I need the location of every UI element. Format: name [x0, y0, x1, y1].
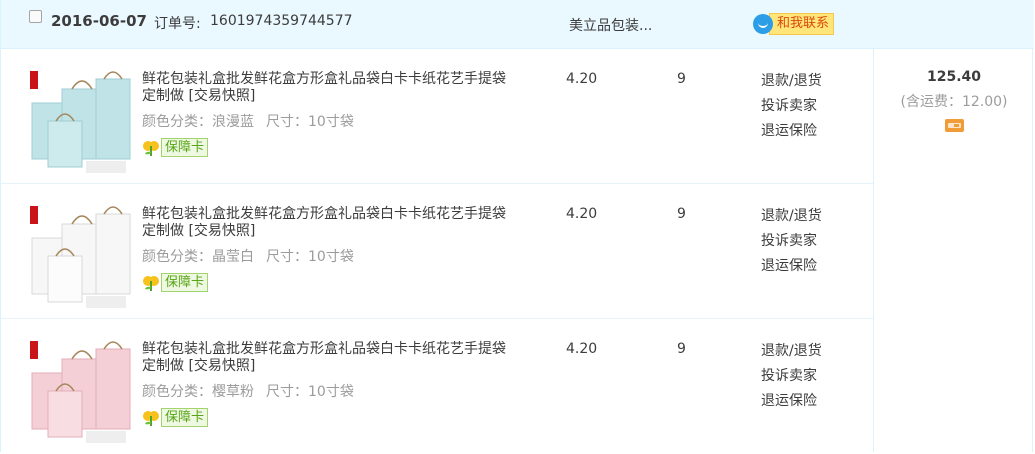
guarantee-card-label: 保障卡	[161, 407, 209, 427]
return-insurance-link[interactable]: 退运保险	[761, 119, 822, 144]
guarantee-card-label: 保障卡	[161, 272, 209, 292]
order-item-row: 鲜花包装礼盒批发鲜花盒方形盒礼品袋白卡卡纸花艺手提袋定制做 [交易快照] 颜色分…	[1, 319, 873, 454]
complain-seller-link[interactable]: 投诉卖家	[761, 94, 822, 119]
order-header: 2016-06-07 订单号: 1601974359744577 美立品包装..…	[1, 0, 1034, 49]
refund-return-link[interactable]: 退款/退货	[761, 204, 822, 229]
product-title-link[interactable]: 鲜花包装礼盒批发鲜花盒方形盒礼品袋白卡卡纸花艺手提袋定制做 [交易快照]	[142, 206, 512, 240]
guarantee-card-badge[interactable]: 保障卡	[142, 272, 209, 292]
order-card: 2016-06-07 订单号: 1601974359744577 美立品包装..…	[0, 0, 1034, 454]
order-total: 125.40	[926, 69, 982, 85]
product-size: 尺寸：10寸袋	[266, 384, 354, 400]
order-items: 鲜花包装礼盒批发鲜花盒方形盒礼品袋白卡卡纸花艺手提袋定制做 [交易快照] 颜色分…	[1, 49, 873, 454]
product-thumbnail[interactable]	[26, 204, 134, 312]
product-color: 颜色分类：晶莹白	[142, 249, 254, 265]
order-number: 1601974359744577	[210, 13, 353, 29]
guarantee-card-label: 保障卡	[161, 137, 209, 157]
product-properties: 颜色分类：樱草粉 尺寸：10寸袋	[142, 381, 354, 401]
product-properties: 颜色分类：晶莹白 尺寸：10寸袋	[142, 246, 354, 266]
item-actions: 退款/退货 投诉卖家 退运保险	[761, 204, 822, 279]
contact-seller-label: 和我联系	[769, 13, 835, 35]
item-actions: 退款/退货 投诉卖家 退运保险	[761, 339, 822, 414]
guarantee-card-badge[interactable]: 保障卡	[142, 407, 209, 427]
shipping-fee: (含运费：12.00)	[900, 94, 1008, 110]
product-thumbnail[interactable]	[26, 339, 134, 447]
guarantee-card-icon	[143, 276, 159, 291]
unit-price: 4.20	[566, 341, 598, 357]
quantity: 9	[677, 71, 686, 87]
bank-card-icon[interactable]	[944, 119, 964, 132]
return-insurance-link[interactable]: 退运保险	[761, 254, 822, 279]
order-date: 2016-06-07	[51, 12, 147, 30]
product-title-link[interactable]: 鲜花包装礼盒批发鲜花盒方形盒礼品袋白卡卡纸花艺手提袋定制做 [交易快照]	[142, 71, 512, 105]
unit-price: 4.20	[566, 206, 598, 222]
order-number-label: 订单号:	[154, 16, 201, 32]
contact-seller-button[interactable]: 和我联系	[753, 13, 835, 35]
return-insurance-link[interactable]: 退运保险	[761, 389, 822, 414]
product-size: 尺寸：10寸袋	[266, 114, 354, 130]
unit-price: 4.20	[566, 71, 598, 87]
order-summary: 125.40 (含运费：12.00)	[873, 49, 1034, 452]
refund-return-link[interactable]: 退款/退货	[761, 69, 822, 94]
product-title-link[interactable]: 鲜花包装礼盒批发鲜花盒方形盒礼品袋白卡卡纸花艺手提袋定制做 [交易快照]	[142, 341, 512, 375]
wangwang-chat-icon	[753, 14, 773, 34]
product-color: 颜色分类：樱草粉	[142, 384, 254, 400]
quantity: 9	[677, 341, 686, 357]
order-item-row: 鲜花包装礼盒批发鲜花盒方形盒礼品袋白卡卡纸花艺手提袋定制做 [交易快照] 颜色分…	[1, 49, 873, 184]
guarantee-card-icon	[143, 141, 159, 156]
product-size: 尺寸：10寸袋	[266, 249, 354, 265]
complain-seller-link[interactable]: 投诉卖家	[761, 364, 822, 389]
complain-seller-link[interactable]: 投诉卖家	[761, 229, 822, 254]
product-properties: 颜色分类：浪漫蓝 尺寸：10寸袋	[142, 111, 354, 131]
guarantee-card-icon	[143, 411, 159, 426]
order-select-checkbox[interactable]	[29, 10, 42, 23]
shop-name-link[interactable]: 美立品包装...	[569, 15, 652, 35]
quantity: 9	[677, 206, 686, 222]
product-color: 颜色分类：浪漫蓝	[142, 114, 254, 130]
refund-return-link[interactable]: 退款/退货	[761, 339, 822, 364]
product-thumbnail[interactable]	[26, 69, 134, 177]
guarantee-card-badge[interactable]: 保障卡	[142, 137, 209, 157]
item-actions: 退款/退货 投诉卖家 退运保险	[761, 69, 822, 144]
order-item-row: 鲜花包装礼盒批发鲜花盒方形盒礼品袋白卡卡纸花艺手提袋定制做 [交易快照] 颜色分…	[1, 184, 873, 319]
